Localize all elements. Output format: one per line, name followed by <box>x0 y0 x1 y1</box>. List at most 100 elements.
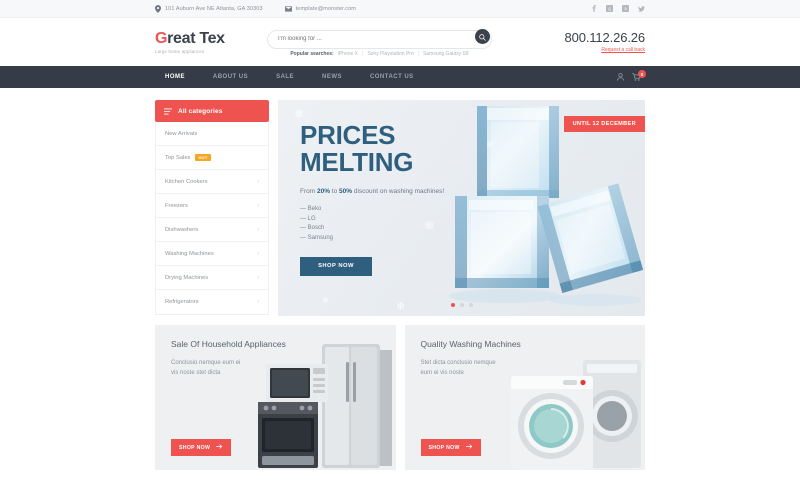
arrow-right-icon <box>215 444 223 451</box>
hero-title-line-1: PRICES <box>300 120 396 150</box>
brand-item-beko: — Beko <box>300 206 322 213</box>
carousel-dot-1[interactable] <box>450 303 455 307</box>
category-item-kitchen-cookers[interactable]: Kitchen Cookers › <box>156 170 268 194</box>
search-icon <box>479 29 486 44</box>
behance-icon[interactable]: a <box>622 5 629 12</box>
twitter-icon[interactable] <box>638 5 645 12</box>
page-bottom-edge <box>0 492 800 500</box>
contact-phone-block: 800.112.26.26 Request a call back <box>565 31 646 53</box>
hero-brand-list: — Beko — LG — Bosch — Samsung <box>300 205 444 244</box>
facebook-icon[interactable] <box>590 5 597 12</box>
promo-deadline-badge: UNTIL 12 DECEMBER <box>563 116 645 132</box>
nav-item-about-us[interactable]: ABOUT US <box>199 74 262 80</box>
promo-title: Quality Washing Machines <box>420 339 521 349</box>
categories-sidebar: All categories New Arrivals Top Sales HO… <box>155 100 269 316</box>
google-plus-icon[interactable]: g <box>606 5 613 12</box>
email-block[interactable]: template@monster.com <box>284 5 356 12</box>
main-content: All categories New Arrivals Top Sales HO… <box>155 88 645 316</box>
logo-tagline: Large home appliances <box>155 48 205 54</box>
hero-sub-pre: From <box>300 188 317 196</box>
category-item-drying-machines[interactable]: Drying Machines › <box>156 266 268 290</box>
promo-card-washing-machines[interactable]: Quality Washing Machines Stet dicta conc… <box>404 325 645 470</box>
category-item-top-sales[interactable]: Top Sales HOT <box>156 146 268 170</box>
hero-sub-post: discount on washing machines! <box>352 188 445 196</box>
category-label: Refrigerators <box>165 299 199 305</box>
category-item-new-arrivals[interactable]: New Arrivals <box>156 122 268 146</box>
promo-title: Sale Of Household Appliances <box>171 339 286 349</box>
nav-item-home[interactable]: HOME <box>155 74 199 80</box>
ice-cubes-image <box>449 106 644 306</box>
logo-initial: G <box>155 29 168 47</box>
all-categories-header[interactable]: All categories <box>155 100 269 122</box>
hero-text-block: PRICES MELTING From 20% to 50% discount … <box>300 122 444 276</box>
phone-number[interactable]: 800.112.26.26 <box>565 31 646 44</box>
address-text: 101 Auburn Ave NE Atlanta, GA 30303 <box>165 5 263 12</box>
request-callback-link[interactable]: Request a call back <box>565 47 645 53</box>
popular-label: Popular searches: <box>290 51 334 57</box>
popular-item-1[interactable]: Sony Playstation Pro <box>367 51 413 57</box>
category-item-washing-machines[interactable]: Washing Machines › <box>156 242 268 266</box>
category-label: Dishwashers <box>165 226 199 233</box>
arrow-right-icon <box>465 444 473 451</box>
popular-searches: Popular searches: iPhone X | Sony Playst… <box>267 51 492 57</box>
promo-cta-label: SHOP NOW <box>428 444 460 451</box>
hero-discount-min: 20% <box>316 188 330 196</box>
brand-item-lg: — LG <box>300 215 316 222</box>
search-button[interactable] <box>475 29 490 44</box>
popular-sep-0: | <box>362 51 364 57</box>
brand-item-samsung: — Samsung <box>300 235 334 242</box>
category-item-refrigerators[interactable]: Refrigerators › <box>156 290 268 314</box>
chevron-right-icon: › <box>257 274 259 281</box>
top-bar: 101 Auburn Ave NE Atlanta, GA 30303 temp… <box>0 0 800 18</box>
snowflake-icon: ❄ <box>486 140 494 150</box>
category-item-dishwashers[interactable]: Dishwashers › <box>156 218 268 242</box>
map-pin-icon <box>155 4 161 13</box>
hero-shop-now-button[interactable]: SHOP NOW <box>300 256 372 276</box>
nav-item-news[interactable]: NEWS <box>308 74 356 80</box>
category-label: New Arrivals <box>165 130 198 137</box>
envelope-icon <box>284 5 292 12</box>
hero-sub-mid: to <box>330 188 340 196</box>
promo-shop-now-button[interactable]: SHOP NOW <box>171 439 232 456</box>
nav-utilities: 0 <box>617 70 646 81</box>
category-label: Washing Machines <box>165 250 214 257</box>
category-list: New Arrivals Top Sales HOT Kitchen Cooke… <box>155 122 269 315</box>
chevron-right-icon: › <box>257 202 259 209</box>
logo-text: Great Tex <box>155 29 245 47</box>
promo-description: Conclusio nemque eum ei vis noste stet d… <box>171 358 396 379</box>
hero-discount-max: 50% <box>339 188 353 196</box>
hero-banner: ❄ ❄ ❅ ❄ ❅ UNTIL 12 DECEMBER PRICES MELTI… <box>278 100 645 316</box>
user-icon[interactable] <box>617 73 624 81</box>
category-label: Drying Machines <box>165 274 209 281</box>
popular-sep-1: | <box>417 51 420 57</box>
promo-card-household-appliances[interactable]: Sale Of Household Appliances Conclusio n… <box>155 325 396 470</box>
popular-item-0[interactable]: iPhone X <box>338 51 358 57</box>
hero-title-line-2: MELTING <box>300 146 414 177</box>
page-root: 101 Auburn Ave NE Atlanta, GA 30303 temp… <box>0 0 800 500</box>
site-header: Great Tex Large home appliances Popular … <box>0 18 800 66</box>
snowflake-icon: ❄ <box>294 107 305 121</box>
hamburger-icon <box>163 102 173 120</box>
carousel-dot-3[interactable] <box>468 303 473 307</box>
nav-item-contact-us[interactable]: CONTACT US <box>356 74 428 80</box>
hot-badge: HOT <box>195 154 211 161</box>
hero-subtitle: From 20% to 50% discount on washing mach… <box>300 188 444 195</box>
popular-item-2[interactable]: Samsung Galaxy S8 <box>423 51 469 57</box>
carousel-dot-2[interactable] <box>459 303 464 307</box>
promo-desc-line-2: vis noste stet dicta <box>171 370 221 377</box>
chevron-right-icon: › <box>257 250 259 257</box>
promo-shop-now-button[interactable]: SHOP NOW <box>420 439 481 456</box>
logo-rest: reat Tex <box>167 29 225 47</box>
cart-icon[interactable]: 0 <box>632 70 646 81</box>
nav-item-sale[interactable]: SALE <box>262 74 308 80</box>
logo[interactable]: Great Tex Large home appliances <box>155 29 245 54</box>
address-block: 101 Auburn Ave NE Atlanta, GA 30303 <box>155 4 263 13</box>
promo-cta-label: SHOP NOW <box>179 444 211 451</box>
search-input[interactable] <box>267 29 492 49</box>
chevron-right-icon: › <box>257 299 259 305</box>
category-item-freezers[interactable]: Freezers › <box>156 194 268 218</box>
search-area: Popular searches: iPhone X | Sony Playst… <box>267 27 492 57</box>
carousel-dots <box>278 303 645 307</box>
brand-item-bosch: — Bosch <box>300 225 325 232</box>
cart-count-badge: 0 <box>638 70 646 78</box>
